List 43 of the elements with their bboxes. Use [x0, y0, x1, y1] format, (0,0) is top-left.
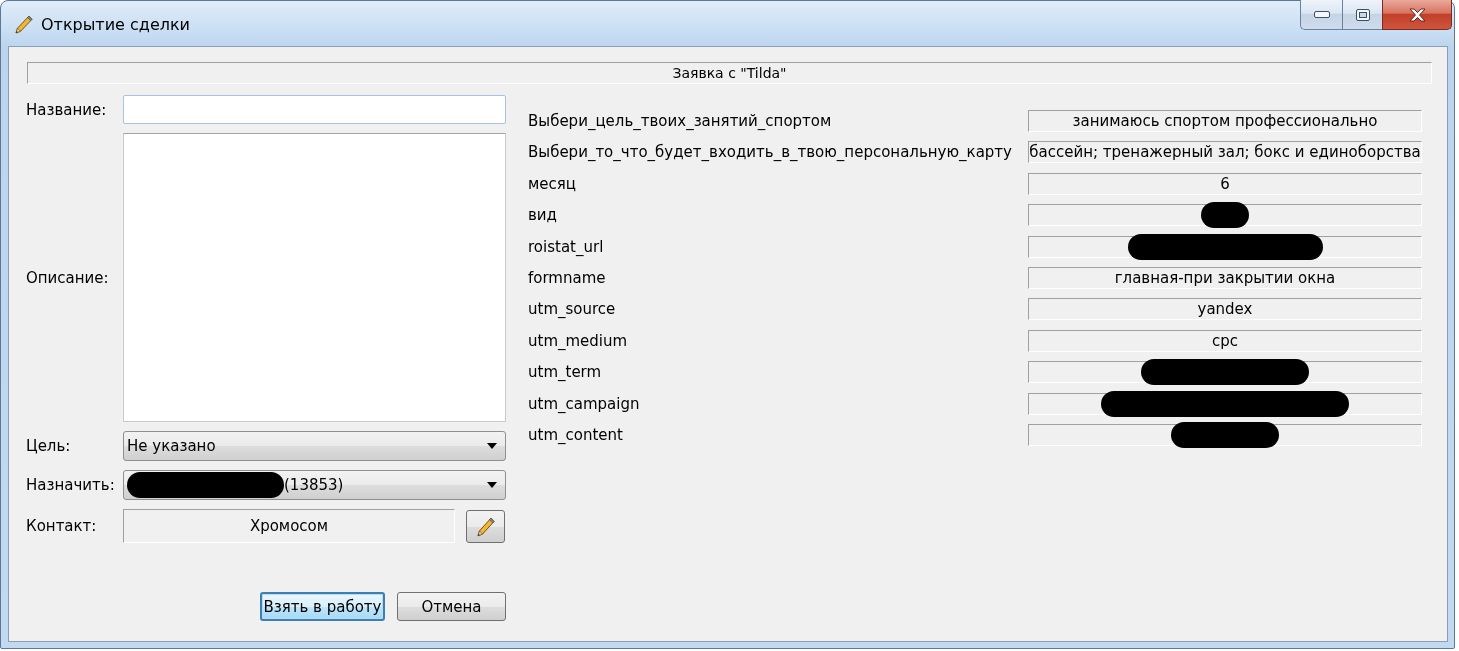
property-label: Выбери_цель_твоих_занятий_спортом	[528, 112, 833, 130]
redaction-mark	[1201, 202, 1249, 229]
property-label: utm_source	[528, 300, 617, 319]
pencil-icon	[475, 515, 496, 538]
minimize-icon	[1313, 11, 1330, 18]
close-icon	[1408, 7, 1426, 22]
field-label: Название:	[26, 100, 108, 119]
property-label: utm_medium	[528, 331, 629, 350]
property-value: 6	[1028, 172, 1422, 195]
property-label: utm_content	[528, 425, 624, 444]
field-label: Цель:	[26, 437, 72, 455]
property-value: cpc	[1028, 329, 1422, 352]
field-label: Описание:	[26, 268, 110, 287]
edit-button[interactable]	[466, 510, 505, 543]
dialog-button[interactable]: Взять в работу	[260, 592, 385, 621]
property-label: месяц	[528, 174, 578, 193]
property-value: yandex	[1028, 298, 1422, 321]
maximize-icon	[1355, 8, 1370, 21]
caret-icon	[487, 482, 497, 488]
close-button[interactable]	[1382, 0, 1452, 30]
property-value: бассейн; тренажерный зал; бокс и единоборства	[1028, 141, 1422, 164]
property-label: utm_campaign	[528, 394, 641, 413]
property-label: Выбери_то_что_будет_входить_в_твою_персональную_карту	[528, 143, 1013, 162]
pencil-icon	[14, 14, 34, 35]
description-field[interactable]	[123, 133, 506, 422]
dialog-button[interactable]: Отмена	[397, 592, 506, 621]
caret-icon	[487, 443, 497, 449]
property-label: formname	[528, 268, 607, 287]
property-label: utm_term	[528, 363, 603, 382]
property-value: занимаюсь спортом профессионально	[1028, 110, 1422, 132]
property-label: roistat_url	[528, 237, 605, 256]
dropdown[interactable]: (13853)	[123, 470, 506, 500]
maximize-button[interactable]	[1342, 0, 1382, 30]
window-title: Открытие сделки	[41, 15, 190, 34]
minimize-button[interactable]	[1300, 0, 1342, 30]
contact-field: Хромосом	[123, 509, 455, 543]
field-label: Контакт:	[26, 517, 98, 535]
property-label: вид	[528, 206, 558, 225]
field-label: Назначить:	[26, 476, 116, 494]
property-value: главная-при закрытии окна	[1028, 266, 1422, 289]
name-input-field[interactable]	[123, 95, 506, 124]
dropdown[interactable]: Не указано	[123, 431, 506, 461]
source-header: Заявка с "Tilda"	[27, 62, 1432, 84]
